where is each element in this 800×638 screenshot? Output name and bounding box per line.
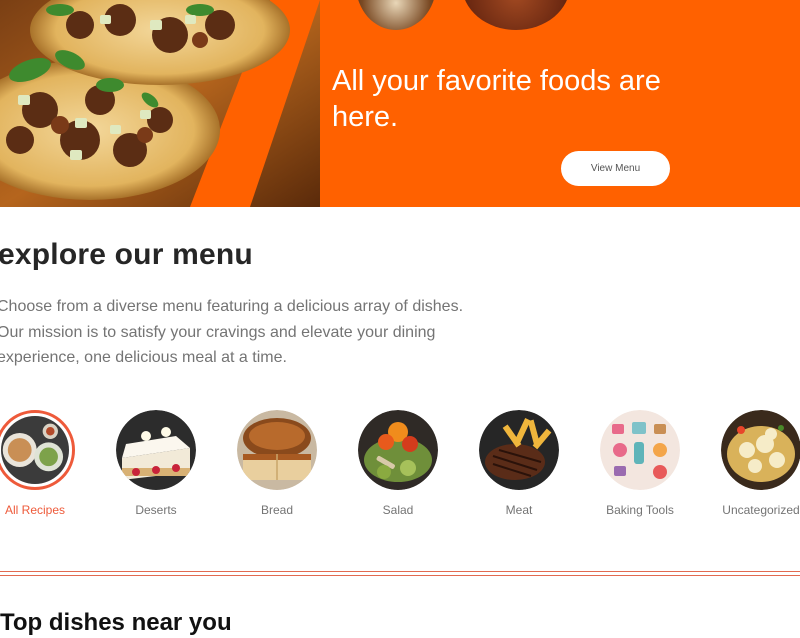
- category-label: All Recipes: [4, 503, 66, 517]
- bread-image: [237, 410, 317, 490]
- hero-heading: All your favorite foods are here.: [332, 65, 661, 133]
- category-label: Baking Tools: [606, 503, 674, 517]
- category-image[interactable]: [116, 410, 196, 490]
- category-image[interactable]: [0, 410, 75, 490]
- category-image[interactable]: [237, 410, 317, 490]
- category-image[interactable]: [600, 410, 680, 490]
- explore-menu-title: explore our menu: [0, 238, 253, 271]
- category-item-meat[interactable]: Meat: [469, 410, 569, 517]
- category-item-salad[interactable]: Salad: [348, 410, 448, 517]
- section-divider: [0, 571, 800, 572]
- category-label: Bread: [260, 503, 294, 517]
- category-item-bread[interactable]: Bread: [227, 410, 327, 517]
- category-label: Uncategorized: [722, 503, 800, 517]
- category-image[interactable]: [479, 410, 559, 490]
- category-item-all-recipes[interactable]: All Recipes: [0, 410, 85, 517]
- uncategorized-image: [721, 410, 800, 490]
- baking-tools-image: [600, 410, 680, 490]
- hero-thumbnail-image: [356, 0, 436, 30]
- category-item-deserts[interactable]: Deserts: [106, 410, 206, 517]
- category-item-uncategorized[interactable]: Uncategorized: [711, 410, 800, 517]
- category-label: Deserts: [135, 503, 177, 517]
- category-label: Meat: [505, 503, 533, 517]
- tacos-hero-image: [0, 0, 320, 207]
- meat-image: [479, 410, 559, 490]
- all-recipes-image: [1, 416, 69, 484]
- section-divider: [0, 575, 800, 576]
- menu-category-list: All Recipes Deserts Bread Salad Meat Bak…: [0, 410, 800, 520]
- deserts-image: [116, 410, 196, 490]
- category-image[interactable]: [358, 410, 438, 490]
- explore-menu-description: Choose from a diverse menu featuring a d…: [0, 298, 464, 366]
- hero-banner: All your favorite foods are here. View M…: [0, 0, 800, 207]
- category-label: Salad: [382, 503, 414, 517]
- hero-thumbnail-image: [462, 0, 570, 30]
- view-menu-button[interactable]: View Menu: [561, 151, 670, 186]
- category-item-baking-tools[interactable]: Baking Tools: [590, 410, 690, 517]
- salad-image: [358, 410, 438, 490]
- top-dishes-title: Top dishes near you: [0, 609, 232, 636]
- category-image[interactable]: [721, 410, 800, 490]
